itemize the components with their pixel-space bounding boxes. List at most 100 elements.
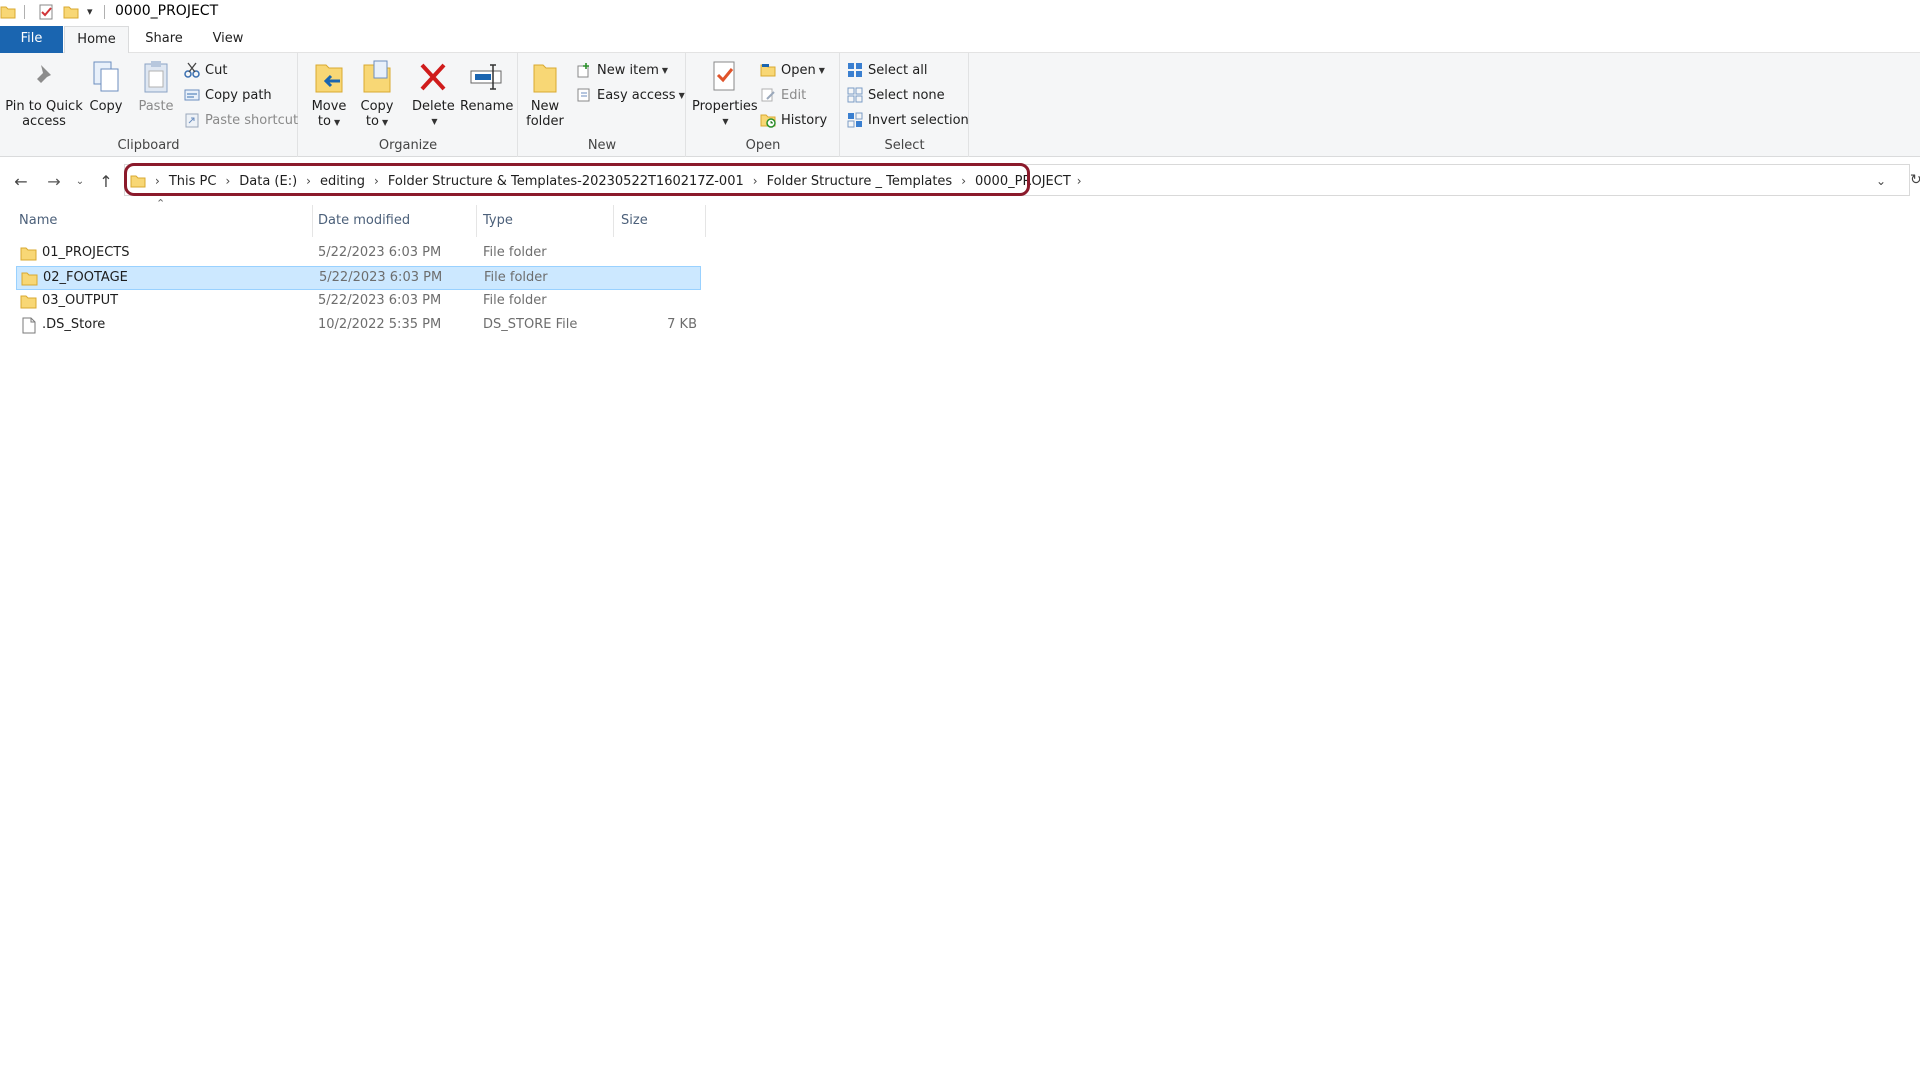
copy-to-icon [363, 60, 391, 93]
paste-shortcut-label: Paste shortcut [205, 112, 299, 128]
select-group: Select all Select none Invert selection … [841, 53, 969, 157]
edit-label: Edit [781, 87, 807, 103]
file-row-02-footage[interactable]: 02_FOOTAGE 5/22/2023 6:03 PM File folder [16, 266, 701, 290]
invert-selection-button[interactable]: Invert selection [847, 110, 969, 130]
file-row-01-projects[interactable]: 01_PROJECTS 5/22/2023 6:03 PM File folde… [16, 242, 701, 266]
invert-selection-icon [847, 112, 863, 128]
breadcrumb-chevron-icon[interactable]: › [1077, 174, 1082, 188]
forward-arrow-icon[interactable]: → [44, 171, 64, 191]
paste-shortcut-button[interactable]: Paste shortcut [184, 110, 298, 130]
history-button[interactable]: History [760, 110, 827, 130]
open-button[interactable]: Open ▼ [760, 60, 825, 80]
column-name[interactable]: Name [19, 205, 57, 237]
file-type: DS_STORE File [483, 317, 578, 332]
move-label-1: Move [311, 99, 347, 114]
up-arrow-icon[interactable]: ↑ [96, 171, 116, 191]
organize-group-label: Organize [378, 138, 438, 153]
select-none-button[interactable]: Select none [847, 85, 945, 105]
file-icon [22, 317, 36, 334]
copy-path-button[interactable]: Copy path [184, 85, 272, 105]
toolbar-divider [24, 5, 25, 19]
move-to-icon [315, 64, 343, 93]
easy-access-button[interactable]: Easy access ▼ [576, 85, 685, 105]
move-to-button[interactable]: Move to ▼ [311, 59, 347, 130]
history-label: History [781, 112, 828, 128]
properties-button[interactable]: Properties ▼ [692, 59, 758, 129]
file-type: File folder [483, 245, 547, 260]
edit-button[interactable]: Edit [760, 85, 806, 105]
clipboard-group-label: Clipboard [117, 138, 180, 153]
rename-button[interactable]: Rename [460, 59, 513, 114]
pin-to-quick-access-button[interactable]: Pin to Quick access [4, 59, 84, 129]
cut-button[interactable]: Cut [184, 60, 227, 80]
column-divider[interactable] [705, 205, 706, 237]
properties-dropdown-icon[interactable]: ▼ [695, 114, 756, 129]
new-item-button[interactable]: New item ▼ [576, 60, 668, 80]
file-row-03-output[interactable]: 03_OUTPUT 5/22/2023 6:03 PM File folder [16, 290, 701, 314]
open-group-label: Open [745, 138, 781, 153]
column-divider[interactable] [312, 205, 313, 237]
ribbon-tabs: File Home Share View [0, 26, 1920, 54]
folder-icon [21, 272, 38, 286]
file-name: 03_OUTPUT [42, 293, 119, 308]
open-group: Properties ▼ Open ▼ Edit History Open [687, 53, 840, 157]
select-all-icon [848, 63, 862, 77]
customize-toolbar-icon[interactable]: ▾ [87, 5, 93, 18]
column-divider[interactable] [476, 205, 477, 237]
navigation-bar: ← → ⌄ ↑ › This PC › Data (E:) › editing … [0, 162, 1920, 200]
properties-icon [713, 61, 735, 91]
file-name: .DS_Store [42, 317, 106, 332]
tab-share[interactable]: Share [135, 26, 193, 53]
properties-label: Properties [692, 99, 758, 114]
new-item-label: New item [597, 62, 659, 78]
copy-to-button[interactable]: Copy to ▼ [359, 59, 395, 130]
column-divider[interactable] [613, 205, 614, 237]
folder-icon [0, 6, 16, 19]
recent-locations-chevron-icon[interactable]: ⌄ [73, 171, 87, 191]
copy-to-label-1: Copy [360, 99, 394, 114]
column-size[interactable]: Size [621, 205, 648, 237]
delete-button[interactable]: Delete ▼ [412, 59, 455, 129]
folder-icon [20, 295, 37, 309]
tab-file[interactable]: File [0, 26, 63, 53]
cut-label: Cut [205, 62, 228, 78]
file-row-ds-store[interactable]: .DS_Store 10/2/2022 5:35 PM DS_STORE Fil… [16, 314, 701, 338]
copy-button[interactable]: Copy [88, 59, 124, 114]
paste-icon [144, 61, 168, 93]
delete-icon [420, 63, 446, 91]
open-folder-icon [760, 64, 776, 77]
file-date: 5/22/2023 6:03 PM [318, 245, 442, 260]
file-date: 5/22/2023 6:03 PM [318, 293, 442, 308]
new-group-label: New [587, 138, 617, 153]
column-date-modified[interactable]: Date modified [318, 205, 410, 237]
edit-icon [761, 88, 775, 102]
invert-selection-label: Invert selection [868, 112, 969, 128]
toolbar-divider [104, 5, 105, 19]
column-type[interactable]: Type [483, 205, 513, 237]
select-none-icon [847, 87, 863, 103]
ribbon: Pin to Quick access Copy Paste Cut Copy … [0, 53, 1920, 157]
new-folder-button[interactable]: New folder [525, 59, 565, 129]
new-folder-quick-icon[interactable] [63, 4, 79, 20]
refresh-icon[interactable]: ↻ [1910, 172, 1920, 190]
tab-view[interactable]: View [200, 26, 256, 53]
delete-dropdown-icon[interactable]: ▼ [415, 114, 454, 129]
open-label: Open [781, 62, 816, 78]
back-arrow-icon[interactable]: ← [11, 171, 31, 191]
clipboard-group: Pin to Quick access Copy Paste Cut Copy … [0, 53, 298, 157]
file-type: File folder [484, 270, 548, 285]
copy-icon [93, 61, 119, 92]
new-folder-label-2: folder [526, 114, 564, 129]
paste-button[interactable]: Paste [136, 59, 176, 114]
properties-quick-icon[interactable] [38, 4, 54, 20]
copy-to-label-2: to ▼ [365, 114, 389, 129]
select-none-label: Select none [868, 87, 945, 103]
select-all-button[interactable]: Select all [847, 60, 927, 80]
scissors-icon [184, 62, 200, 78]
pin-icon [31, 65, 51, 89]
file-name: 02_FOOTAGE [43, 270, 128, 285]
easy-access-label: Easy access [597, 87, 676, 103]
file-size: 7 KB [667, 317, 697, 332]
address-history-chevron-down-icon[interactable]: ⌄ [1876, 174, 1886, 188]
tab-home[interactable]: Home [64, 26, 129, 54]
